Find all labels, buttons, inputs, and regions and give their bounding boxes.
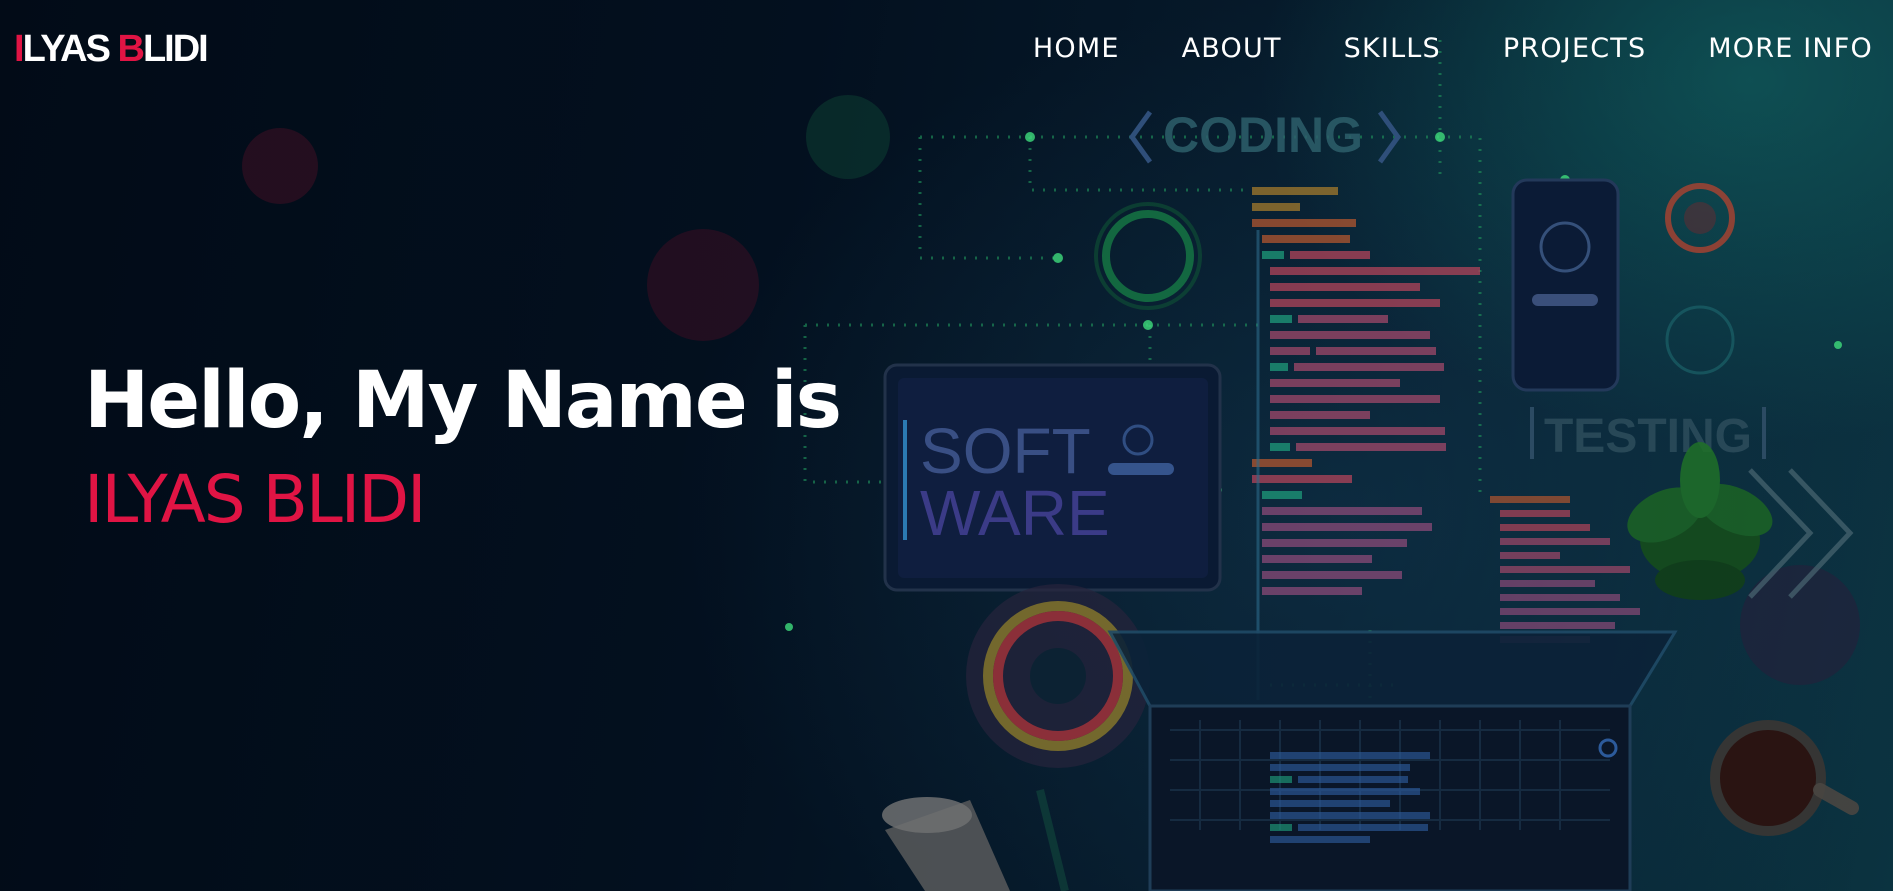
code-listing [1252, 187, 1480, 595]
software-line2: WARE [920, 477, 1110, 549]
phone-device [1511, 178, 1620, 392]
nav-link-skills[interactable]: SKILLS [1344, 30, 1441, 68]
plant-decoration [1627, 442, 1773, 600]
main-navigation: HOME ABOUT SKILLS PROJECTS MORE INFO [1033, 30, 1873, 68]
progress-ring-icon [1102, 210, 1194, 302]
nav-link-projects[interactable]: PROJECTS [1503, 30, 1646, 68]
nav-link-more-info[interactable]: MORE INFO [1708, 30, 1873, 68]
pen-decoration [1036, 789, 1069, 891]
bokeh-ring [1665, 305, 1735, 375]
progress-ring-outer [1094, 202, 1202, 310]
testing-label: TESTING [1544, 410, 1752, 463]
bokeh-dot [647, 229, 759, 341]
laptop-keyboard [1148, 704, 1632, 891]
hero-greeting: Hello, My Name is [84, 356, 842, 446]
nav-link-home[interactable]: HOME [1033, 30, 1120, 68]
nav-link-about[interactable]: ABOUT [1182, 30, 1282, 68]
logo-text-lyas: LYAS [22, 28, 118, 70]
logo-letter-i: I [14, 28, 24, 70]
site-logo[interactable]: ILYAS BLIDI [14, 27, 209, 71]
logo-letter-b: B [117, 28, 145, 70]
bokeh-dot [242, 128, 318, 204]
code-listing-right [1490, 496, 1640, 643]
bokeh-dot [806, 95, 890, 179]
logo-text-lidi: LIDI [142, 28, 209, 70]
laptop-screen [1107, 630, 1678, 708]
hero-section: CODING SOFT WARE TESTING ILYAS BLIDI HOM… [0, 0, 1893, 891]
coding-label: CODING [1163, 107, 1363, 163]
hero-name: ILYAS BLIDI [84, 461, 426, 538]
